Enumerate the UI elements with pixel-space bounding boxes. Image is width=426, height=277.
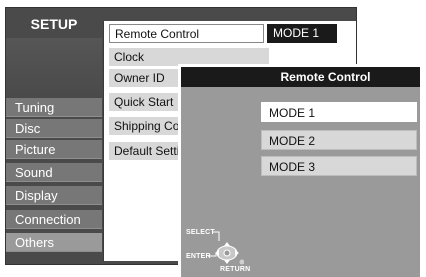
sidebar-item-tuning[interactable]: Tuning: [6, 98, 102, 117]
sidebar-logo: [6, 38, 102, 98]
sidebar-item-display[interactable]: Display: [6, 186, 102, 205]
sidebar-item-connection[interactable]: Connection: [6, 210, 102, 229]
menu-item-remote-control[interactable]: Remote Control: [109, 24, 264, 43]
mode-option-3[interactable]: MODE 3: [261, 156, 417, 176]
sidebar-item-disc[interactable]: Disc: [6, 119, 102, 138]
sidebar-item-picture[interactable]: Picture: [6, 140, 102, 159]
sidebar-item-sound[interactable]: Sound: [6, 163, 102, 182]
sidebar: SETUP Tuning Disc Picture Sound Display …: [6, 8, 102, 264]
navigation-hint: SELECT ENTER RETURN: [184, 215, 274, 275]
navigation-pad-icon: [208, 231, 244, 265]
sidebar-item-others[interactable]: Others: [6, 233, 102, 252]
setup-title: SETUP: [30, 16, 78, 32]
mode-option-1[interactable]: MODE 1: [261, 102, 417, 122]
remote-control-value: MODE 1: [267, 24, 337, 43]
remote-control-dialog: Remote Control MODE 1 MODE 2 MODE 3 SELE…: [178, 64, 420, 277]
dialog-title: Remote Control: [181, 67, 420, 87]
mode-option-2[interactable]: MODE 2: [261, 130, 417, 150]
